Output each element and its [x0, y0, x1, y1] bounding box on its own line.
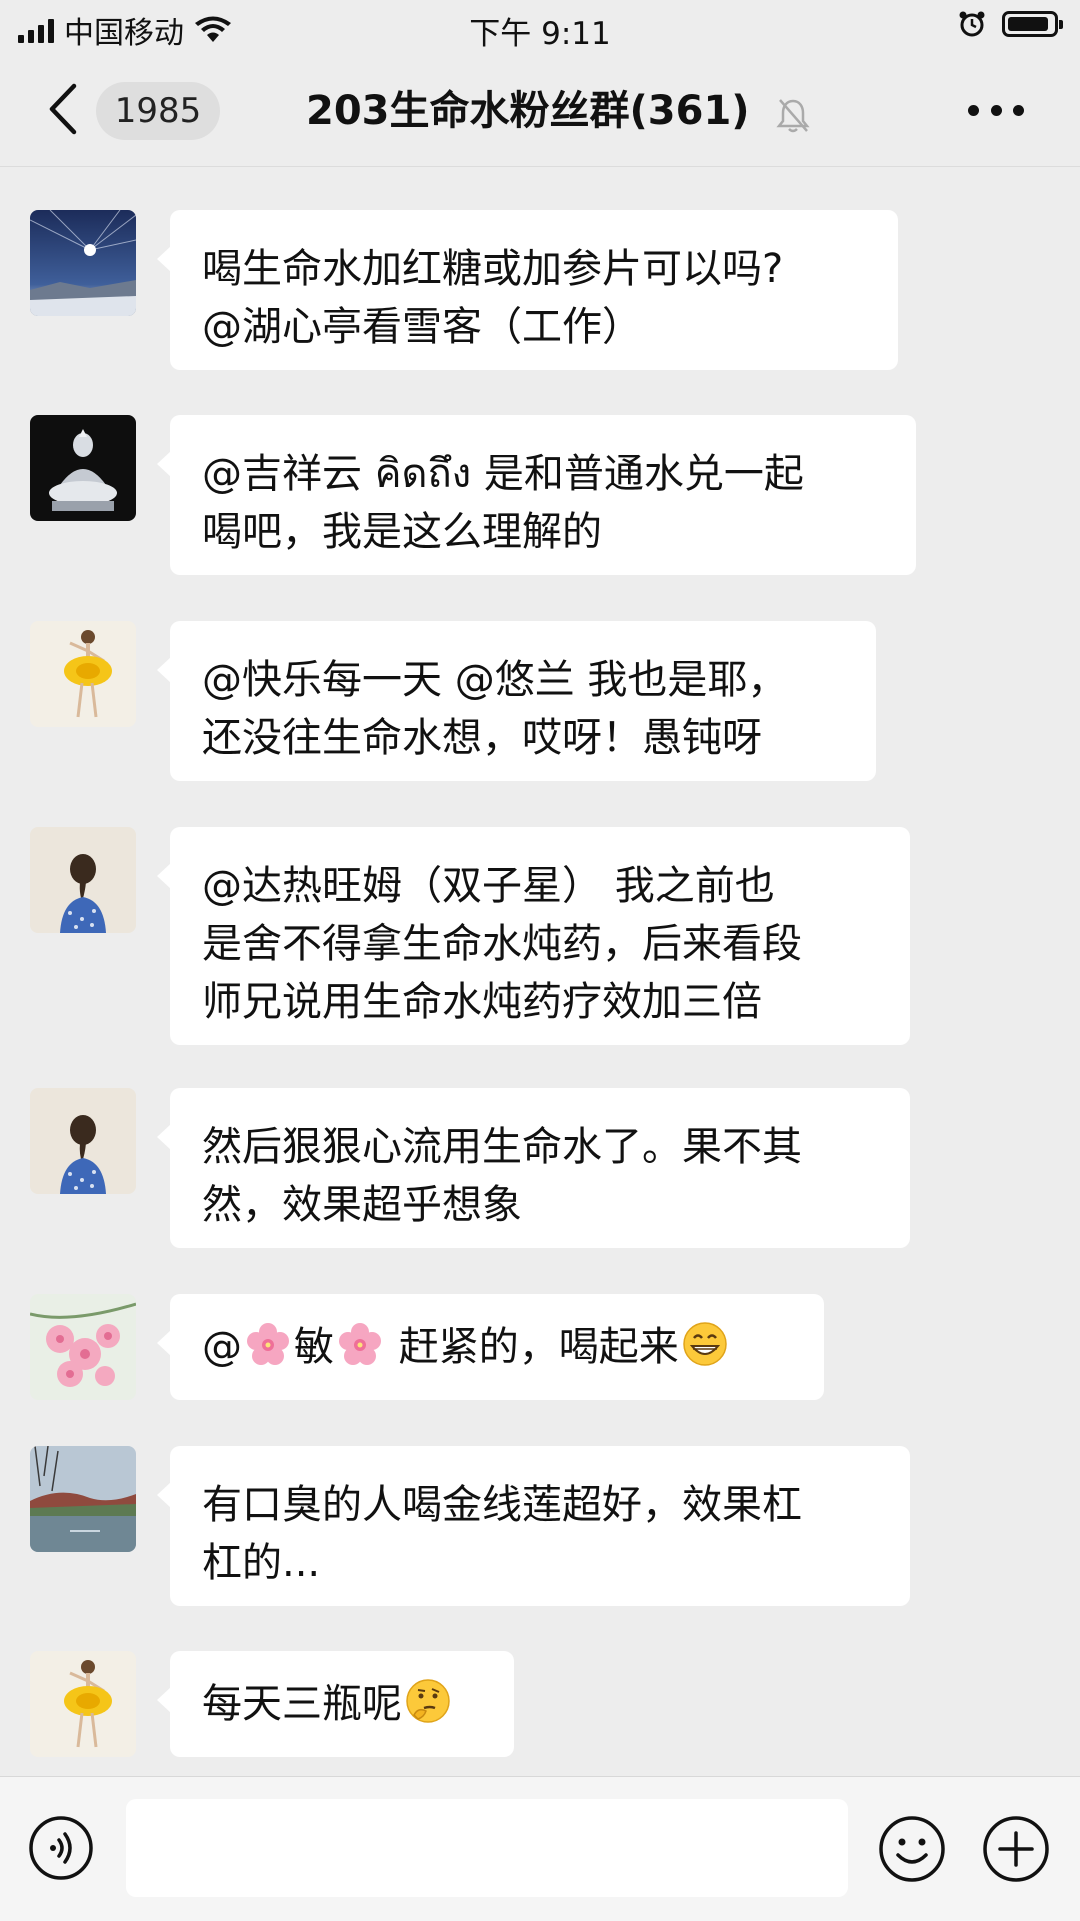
- message-bubble[interactable]: @吉祥云 คิดถึง 是和普通水兑一起 喝吧，我是这么理解的: [157, 415, 916, 575]
- message-input[interactable]: [126, 1799, 848, 1897]
- braided-girl-avatar[interactable]: [30, 827, 136, 933]
- ballerina-avatar[interactable]: [30, 1651, 136, 1757]
- night-sky-avatar[interactable]: [30, 210, 136, 316]
- chat-header: 1985 203生命水粉丝群(361): [0, 52, 1080, 167]
- more-options-button[interactable]: [968, 102, 1024, 118]
- plus-icon[interactable]: [982, 1815, 1050, 1883]
- message-bubble[interactable]: 然后狠狠心流用生命水了。果不其 然，效果超乎想象: [157, 1088, 910, 1248]
- grinning-face-emoji-icon: [682, 1322, 727, 1366]
- chat-title: 203生命水粉丝群(361): [306, 88, 750, 134]
- message-bubble[interactable]: 每天三瓶呢: [157, 1651, 514, 1757]
- clock: 下午 9:11: [469, 16, 611, 52]
- lake-landscape-avatar[interactable]: [30, 1446, 136, 1552]
- emoji-icon[interactable]: [878, 1815, 946, 1883]
- input-bar: [0, 1776, 1080, 1921]
- status-bar: 中国移动 下午 9:11: [0, 0, 1080, 52]
- back-chevron-icon[interactable]: [44, 82, 84, 136]
- unread-count-badge[interactable]: 1985: [96, 82, 220, 140]
- thinking-face-emoji-icon: [406, 1679, 450, 1723]
- ballerina-avatar[interactable]: [30, 621, 136, 727]
- mute-bell-icon: [776, 99, 810, 133]
- braided-girl-avatar[interactable]: [30, 1088, 136, 1194]
- cherry-blossom-emoji-icon: [339, 1323, 381, 1365]
- crystal-buddha-avatar[interactable]: [30, 415, 136, 521]
- message-bubble[interactable]: @快乐每一天 @悠兰 我也是耶， 还没往生命水想，哎呀！愚钝呀: [157, 621, 876, 781]
- cherry-blossom-avatar[interactable]: [30, 1294, 136, 1400]
- battery-icon: [1002, 11, 1063, 37]
- voice-icon[interactable]: [28, 1815, 94, 1881]
- alarm-icon: [959, 11, 985, 37]
- cherry-blossom-emoji-icon: [247, 1323, 289, 1365]
- message-bubble[interactable]: 喝生命水加红糖或加参片可以吗? @湖心亭看雪客（工作）: [157, 210, 898, 370]
- message-bubble[interactable]: @ 敏 赶紧的，喝起来: [157, 1294, 824, 1400]
- message-bubble[interactable]: 有口臭的人喝金线莲超好，效果杠 杠的...: [157, 1446, 910, 1606]
- message-bubble[interactable]: @达热旺姆（双子星） 我之前也 是舍不得拿生命水炖药，后来看段 师兄说用生命水炖…: [157, 827, 910, 1045]
